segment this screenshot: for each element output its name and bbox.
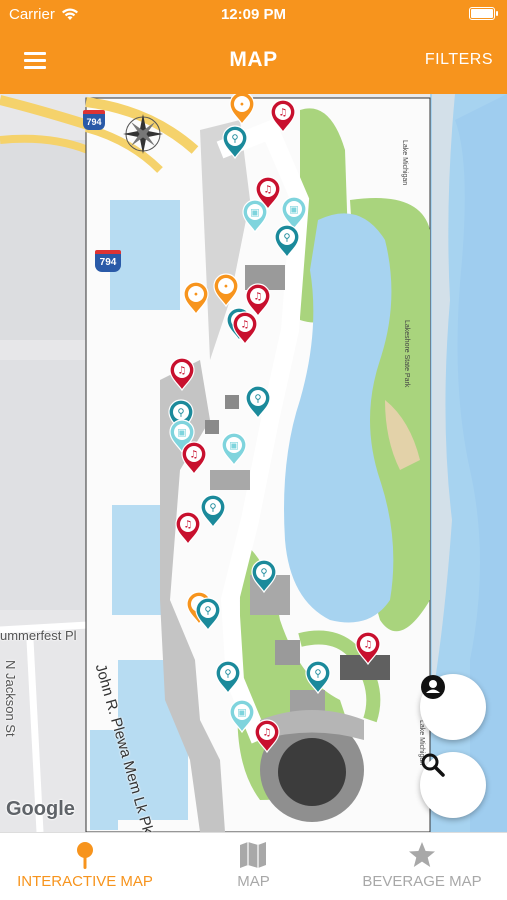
stage-marker[interactable]: ♫: [175, 511, 201, 546]
svg-text:▣: ▣: [177, 428, 186, 439]
svg-text:♫: ♫: [178, 366, 187, 377]
restroom-marker[interactable]: ⚲: [215, 660, 241, 695]
filters-button[interactable]: FILTERS: [425, 51, 493, 69]
interactive-map[interactable]: Lake Michigan Lakeshore State Park Lake …: [0, 94, 507, 832]
battery-icon: [469, 7, 498, 20]
svg-text:♫: ♫: [264, 185, 273, 196]
food-marker[interactable]: •: [229, 94, 255, 126]
svg-text:⚲: ⚲: [209, 503, 216, 514]
restroom-marker[interactable]: ⚲: [274, 224, 300, 259]
tab-beverage-map[interactable]: BEVERAGE MAP: [337, 833, 507, 900]
svg-text:▣: ▣: [229, 441, 238, 452]
svg-text:•: •: [223, 282, 229, 293]
status-bar: Carrier 12:09 PM: [0, 0, 507, 30]
svg-text:♫: ♫: [364, 640, 373, 651]
svg-text:•: •: [193, 290, 199, 301]
profile-button[interactable]: [420, 674, 486, 740]
app-header: Carrier 12:09 PM MAP FILTERS: [0, 0, 507, 94]
svg-text:♫: ♫: [241, 320, 250, 331]
folded-map-icon: [240, 842, 266, 868]
svg-text:⚲: ⚲: [204, 606, 211, 617]
stage-marker[interactable]: ♫: [254, 719, 280, 754]
svg-text:⚲: ⚲: [177, 408, 184, 419]
status-time: 12:09 PM: [220, 6, 287, 23]
stage-marker[interactable]: ♫: [169, 357, 195, 392]
stage-marker[interactable]: ♫: [181, 441, 207, 476]
tab-interactive-map-label: INTERACTIVE MAP: [17, 873, 153, 890]
google-attribution: Google: [6, 798, 75, 820]
svg-text:⚲: ⚲: [283, 233, 290, 244]
food-marker[interactable]: •: [213, 273, 239, 308]
svg-text:♫: ♫: [279, 108, 288, 119]
svg-text:▣: ▣: [289, 205, 298, 216]
svg-text:♫: ♫: [263, 728, 272, 739]
food-marker[interactable]: •: [183, 281, 209, 316]
svg-text:♫: ♫: [190, 450, 199, 461]
tab-map-label: MAP: [237, 873, 270, 890]
atm-marker[interactable]: ▣: [281, 196, 307, 231]
svg-text:♫: ♫: [254, 292, 263, 303]
tab-interactive-map[interactable]: INTERACTIVE MAP: [0, 833, 170, 900]
svg-text:⚲: ⚲: [254, 394, 261, 405]
svg-text:♫: ♫: [184, 520, 193, 531]
stage-marker[interactable]: ♫: [355, 631, 381, 666]
restroom-marker[interactable]: ⚲: [200, 494, 226, 529]
restroom-marker[interactable]: ⚲: [245, 385, 271, 420]
atm-marker[interactable]: ▣: [221, 432, 247, 467]
stage-marker[interactable]: ♫: [245, 283, 271, 318]
restroom-marker[interactable]: ⚲: [305, 660, 331, 695]
search-button[interactable]: [420, 752, 486, 818]
tab-beverage-map-label: BEVERAGE MAP: [362, 873, 482, 890]
svg-text:⚲: ⚲: [260, 568, 267, 579]
star-icon: [409, 842, 435, 867]
svg-text:⚲: ⚲: [231, 134, 238, 145]
restroom-marker[interactable]: ⚲: [195, 597, 221, 632]
pin-icon: [77, 842, 93, 869]
svg-text:•: •: [239, 100, 245, 111]
tab-bar: INTERACTIVE MAP MAP BEVERAGE MAP: [0, 832, 507, 900]
svg-text:⚲: ⚲: [224, 669, 231, 680]
stage-marker[interactable]: ♫: [270, 99, 296, 134]
search-icon: [421, 753, 445, 777]
tab-map[interactable]: MAP: [170, 833, 337, 900]
atm-marker[interactable]: ▣: [242, 199, 268, 234]
restroom-marker[interactable]: ⚲: [251, 559, 277, 594]
stage-marker[interactable]: ♫: [232, 311, 258, 346]
svg-text:▣: ▣: [250, 208, 259, 219]
svg-text:⚲: ⚲: [314, 669, 321, 680]
person-icon: [421, 675, 445, 699]
restroom-marker[interactable]: ⚲: [222, 125, 248, 160]
svg-text:▣: ▣: [237, 708, 246, 719]
atm-marker[interactable]: ▣: [229, 699, 255, 734]
